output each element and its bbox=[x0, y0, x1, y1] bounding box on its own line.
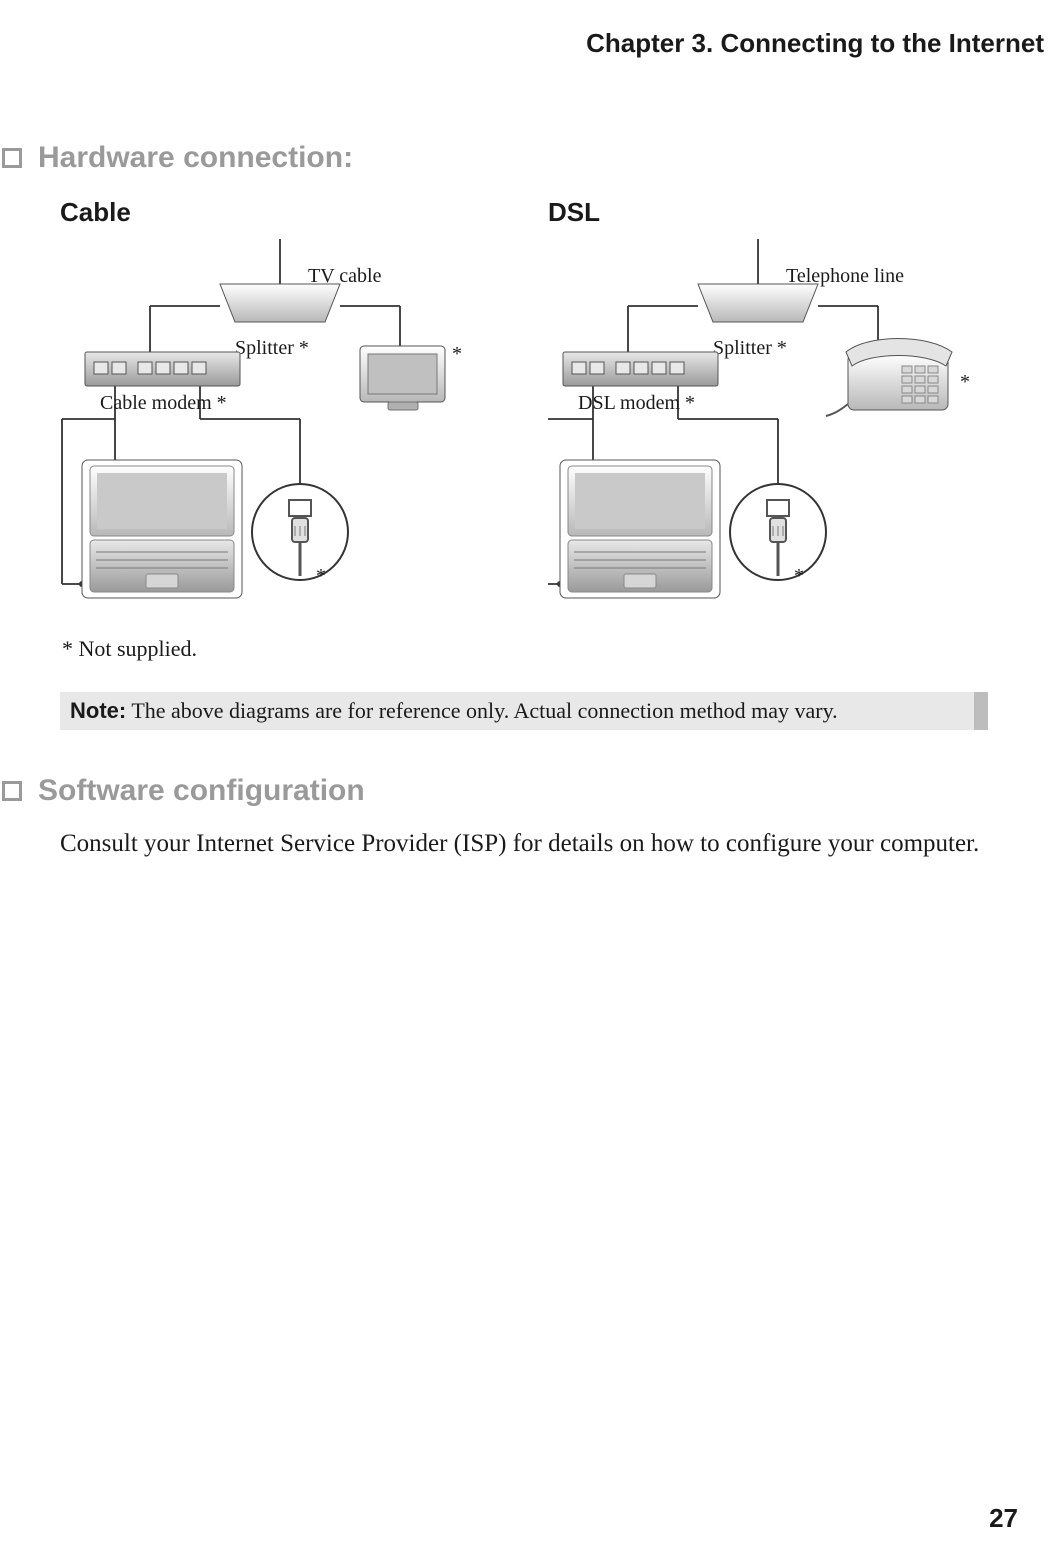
section-software-configuration: Software configuration bbox=[2, 774, 988, 808]
cable-modem-icon bbox=[85, 352, 240, 386]
section-title-hardware: Hardware connection: bbox=[38, 141, 353, 175]
label-monitor-asterisk: * bbox=[452, 343, 462, 365]
diagram-dsl-heading: DSL bbox=[548, 197, 988, 228]
label-dsl-modem: DSL modem * bbox=[578, 392, 695, 414]
not-supplied-note: * Not supplied. bbox=[60, 636, 988, 662]
diagram-cable: Cable bbox=[60, 197, 500, 614]
monitor-icon bbox=[360, 346, 445, 410]
diagram-cable-svg: TV cable Splitter * bbox=[60, 234, 500, 614]
diagram-dsl-svg: Telephone line Splitter * bbox=[548, 234, 988, 614]
label-plug-asterisk-dsl: * bbox=[794, 565, 804, 587]
label-splitter-cable: Splitter * bbox=[235, 337, 309, 359]
section-title-software: Software configuration bbox=[38, 774, 365, 808]
laptop-icon bbox=[82, 460, 242, 598]
ethernet-plug-icon bbox=[252, 484, 348, 580]
page-number: 27 bbox=[989, 1503, 1018, 1534]
section-bullet-icon bbox=[2, 781, 22, 801]
note-box: Note: The above diagrams are for referen… bbox=[60, 692, 988, 730]
label-plug-asterisk-cable: * bbox=[316, 565, 326, 587]
label-splitter-dsl: Splitter * bbox=[713, 337, 787, 359]
diagram-cable-heading: Cable bbox=[60, 197, 500, 228]
splitter-icon bbox=[698, 284, 818, 322]
telephone-icon bbox=[826, 339, 952, 417]
dsl-modem-icon bbox=[563, 352, 718, 386]
chapter-title: Chapter 3. Connecting to the Internet bbox=[0, 28, 1048, 59]
laptop-icon bbox=[560, 460, 720, 598]
splitter-icon bbox=[220, 284, 340, 322]
diagram-dsl: DSL bbox=[548, 197, 988, 614]
label-cable-modem: Cable modem * bbox=[100, 392, 227, 414]
ethernet-plug-icon bbox=[730, 484, 826, 580]
note-text: The above diagrams are for reference onl… bbox=[131, 698, 837, 723]
software-config-body: Consult your Internet Service Provider (… bbox=[60, 826, 988, 862]
section-bullet-icon bbox=[2, 148, 22, 168]
label-phone-asterisk: * bbox=[960, 371, 970, 393]
note-label: Note: bbox=[70, 698, 126, 723]
section-hardware-connection: Hardware connection: bbox=[2, 141, 988, 175]
